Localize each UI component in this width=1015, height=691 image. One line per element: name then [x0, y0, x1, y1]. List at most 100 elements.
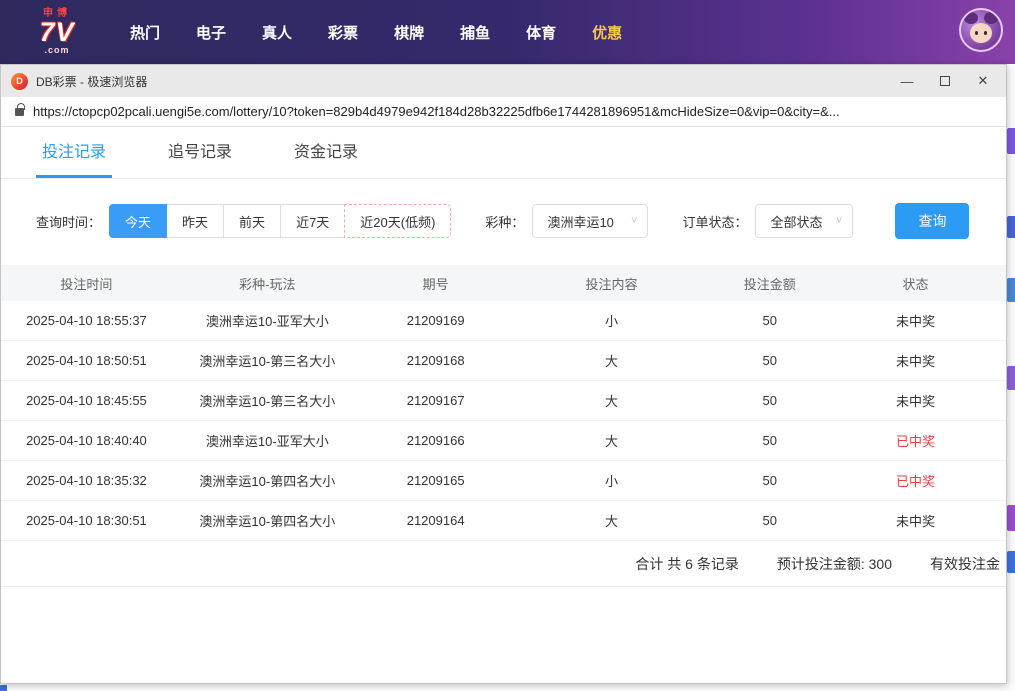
- cell-time: 2025-04-10 18:55:37: [1, 313, 172, 328]
- chevron-down-icon: ˅: [631, 215, 637, 227]
- nav-item-lottery[interactable]: 彩票: [310, 12, 376, 53]
- time-option-daybefore[interactable]: 前天: [223, 204, 281, 238]
- col-header-amount: 投注金额: [715, 274, 826, 293]
- filter-bar: 查询时间： 今天 昨天 前天 近7天 近20天(低频) 彩种： 澳洲幸运10 ˅…: [36, 203, 1006, 239]
- cell-amount: 50: [715, 473, 826, 488]
- table-summary: 合计 共 6 条记录 预计投注金额: 300 有效投注金: [1, 541, 1006, 587]
- avatar-eye-right: [984, 31, 987, 35]
- site-logo[interactable]: 申博 7V .com: [26, 9, 88, 55]
- cell-time: 2025-04-10 18:35:32: [1, 473, 172, 488]
- col-header-time: 投注时间: [1, 274, 172, 293]
- tab-bet-records[interactable]: 投注记录: [36, 138, 112, 178]
- col-header-status: 状态: [825, 274, 1006, 293]
- table-header-row: 投注时间 彩种-玩法 期号 投注内容 投注金额 状态: [1, 265, 1006, 301]
- avatar-hair-right: [984, 12, 998, 24]
- time-filter-group: 今天 昨天 前天 近7天 近20天(低频): [109, 204, 451, 238]
- url-text[interactable]: https://ctopcp02pcali.uengi5e.com/lotter…: [33, 104, 840, 119]
- nav-item-sports[interactable]: 体育: [508, 12, 574, 53]
- screen: 申博 7V .com 热门 电子 真人 彩票 棋牌 捕鱼 体育 优惠: [0, 0, 1015, 691]
- cell-time: 2025-04-10 18:30:51: [1, 513, 172, 528]
- cell-content: 大: [509, 351, 715, 370]
- browser-app-icon: D: [11, 73, 28, 90]
- browser-window: D DB彩票 - 极速浏览器 — ✕ https://ctopcp02pcali…: [0, 64, 1007, 684]
- minimize-button[interactable]: —: [888, 68, 926, 94]
- avatar[interactable]: [959, 8, 1003, 52]
- page-content: 投注记录 追号记录 资金记录 查询时间： 今天 昨天 前天 近7天 近20天(低…: [1, 127, 1006, 683]
- avatar-eye-left: [975, 31, 978, 35]
- cell-issue: 21209166: [363, 433, 509, 448]
- avatar-face: [970, 23, 992, 43]
- browser-titlebar[interactable]: D DB彩票 - 极速浏览器 — ✕: [1, 65, 1006, 97]
- table-row: 2025-04-10 18:45:55 澳洲幸运10-第三名大小 2120916…: [1, 381, 1006, 421]
- nav-item-hot[interactable]: 热门: [112, 12, 178, 53]
- cell-issue: 21209167: [363, 393, 509, 408]
- cell-content: 大: [509, 511, 715, 530]
- maximize-button[interactable]: [926, 68, 964, 94]
- edge-decoration-bottom: [0, 685, 7, 691]
- nav-item-fishing[interactable]: 捕鱼: [442, 12, 508, 53]
- cell-status: 未中奖: [825, 311, 1006, 330]
- edge-decoration: [1007, 128, 1015, 154]
- cell-amount: 50: [715, 433, 826, 448]
- summary-expected: 预计投注金额: 300: [777, 554, 892, 574]
- cell-content: 大: [509, 391, 715, 410]
- time-option-yesterday[interactable]: 昨天: [166, 204, 224, 238]
- cell-play: 澳洲幸运10-第三名大小: [172, 391, 363, 410]
- cell-status: 已中奖: [825, 471, 1006, 490]
- col-header-content: 投注内容: [509, 274, 715, 293]
- nav-item-promo[interactable]: 优惠: [574, 12, 640, 53]
- time-option-today[interactable]: 今天: [109, 204, 167, 238]
- summary-total: 合计 共 6 条记录: [635, 554, 738, 574]
- cell-status: 未中奖: [825, 351, 1006, 370]
- cell-content: 小: [509, 311, 715, 330]
- address-bar[interactable]: https://ctopcp02pcali.uengi5e.com/lotter…: [1, 97, 1006, 127]
- time-filter-label: 查询时间：: [36, 212, 101, 231]
- time-option-20days[interactable]: 近20天(低频): [344, 204, 451, 238]
- site-header: 申博 7V .com 热门 电子 真人 彩票 棋牌 捕鱼 体育 优惠: [0, 0, 1015, 64]
- table-row: 2025-04-10 18:35:32 澳洲幸运10-第四名大小 2120916…: [1, 461, 1006, 501]
- cell-content: 小: [509, 471, 715, 490]
- avatar-hair-left: [964, 12, 978, 24]
- cell-time: 2025-04-10 18:45:55: [1, 393, 172, 408]
- table-row: 2025-04-10 18:50:51 澳洲幸运10-第三名大小 2120916…: [1, 341, 1006, 381]
- query-button[interactable]: 查询: [895, 203, 969, 239]
- order-status-value: 全部状态: [770, 212, 822, 231]
- record-tabs: 投注记录 追号记录 资金记录: [1, 127, 1006, 179]
- bet-records-table: 投注时间 彩种-玩法 期号 投注内容 投注金额 状态 2025-04-10 18…: [1, 265, 1006, 587]
- cell-play: 澳洲幸运10-亚军大小: [172, 311, 363, 330]
- edge-decoration: [1007, 278, 1015, 302]
- cell-play: 澳洲幸运10-亚军大小: [172, 431, 363, 450]
- main-nav: 热门 电子 真人 彩票 棋牌 捕鱼 体育 优惠: [112, 12, 640, 53]
- nav-item-live[interactable]: 真人: [244, 12, 310, 53]
- cell-amount: 50: [715, 513, 826, 528]
- edge-decoration: [1007, 216, 1015, 238]
- cell-status: 未中奖: [825, 391, 1006, 410]
- cell-content: 大: [509, 431, 715, 450]
- tab-fund-records[interactable]: 资金记录: [288, 138, 364, 178]
- nav-item-slots[interactable]: 电子: [178, 12, 244, 53]
- lottery-filter-label: 彩种：: [485, 212, 524, 231]
- summary-valid: 有效投注金: [930, 554, 1000, 574]
- lottery-select-value: 澳洲幸运10: [547, 212, 613, 231]
- cell-issue: 21209165: [363, 473, 509, 488]
- cell-status: 未中奖: [825, 511, 1006, 530]
- cell-status: 已中奖: [825, 431, 1006, 450]
- col-header-issue: 期号: [363, 274, 509, 293]
- cell-amount: 50: [715, 393, 826, 408]
- cell-issue: 21209164: [363, 513, 509, 528]
- lottery-select[interactable]: 澳洲幸运10 ˅: [532, 204, 648, 238]
- close-button[interactable]: ✕: [964, 68, 1002, 94]
- nav-item-cards[interactable]: 棋牌: [376, 12, 442, 53]
- cell-play: 澳洲幸运10-第三名大小: [172, 351, 363, 370]
- col-header-play: 彩种-玩法: [172, 274, 363, 293]
- edge-decoration: [1007, 505, 1015, 531]
- tab-chase-records[interactable]: 追号记录: [162, 138, 238, 178]
- maximize-icon: [940, 76, 950, 86]
- cell-amount: 50: [715, 353, 826, 368]
- cell-play: 澳洲幸运10-第四名大小: [172, 471, 363, 490]
- order-status-select[interactable]: 全部状态 ˅: [755, 204, 853, 238]
- time-option-7days[interactable]: 近7天: [280, 204, 345, 238]
- table-row: 2025-04-10 18:40:40 澳洲幸运10-亚军大小 21209166…: [1, 421, 1006, 461]
- cell-play: 澳洲幸运10-第四名大小: [172, 511, 363, 530]
- logo-main-text: 7V: [26, 19, 88, 46]
